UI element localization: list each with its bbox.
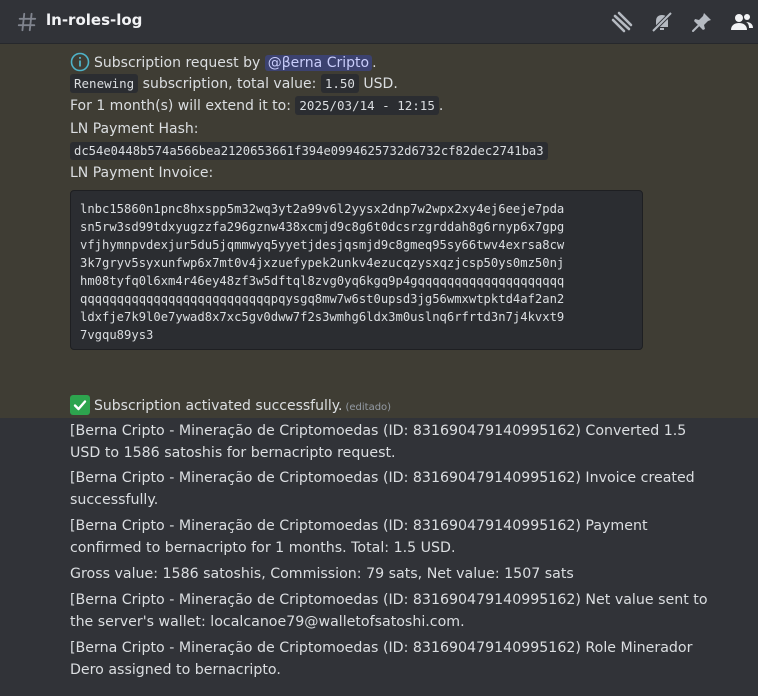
user-mention[interactable]: @βerna Cripto <box>264 55 373 71</box>
hashtag-icon <box>17 12 37 32</box>
renewing-text: subscription, total value: <box>142 76 317 92</box>
edited-label: (editado) <box>345 402 392 413</box>
mute-bell-icon[interactable] <box>650 10 674 34</box>
request-text: Subscription request by <box>94 55 261 71</box>
currency-text: USD. <box>363 76 398 92</box>
log-message: [Berna Cripto - Mineração de Criptomoeda… <box>70 592 708 630</box>
renewing-code: Renewing <box>70 74 139 93</box>
renewing-line: Renewing subscription, total value: 1.50… <box>70 74 398 93</box>
info-icon <box>70 52 90 72</box>
invoice-text: lnbc15860n1pnc8hxspp5m32wq3yt2a99v6l2yys… <box>80 202 565 342</box>
log-message: [Berna Cripto - Mineração de Criptomoeda… <box>70 423 687 461</box>
log-message: [Berna Cripto - Mineração de Criptomoeda… <box>70 518 648 556</box>
members-icon[interactable] <box>730 10 754 34</box>
extend-text: For 1 month(s) will extend it to: <box>70 98 291 114</box>
success-line: Subscription activated successfully. (edi… <box>70 395 391 415</box>
invoice-codeblock[interactable]: lnbc15860n1pnc8hxspp5m32wq3yt2a99v6l2yys… <box>70 190 643 350</box>
extend-line: For 1 month(s) will extend it to: 2025/0… <box>70 96 444 115</box>
success-text: Subscription activated successfully. <box>94 398 343 414</box>
channel-title: ln-roles-log <box>46 11 143 29</box>
value-code: 1.50 <box>320 74 359 93</box>
invoice-label: LN Payment Invoice: <box>70 165 214 181</box>
check-mark-icon <box>70 395 90 415</box>
hash-value-code[interactable]: dc54e0448b574a566bea2120653661f394e09946… <box>70 142 548 160</box>
hash-line: dc54e0448b574a566bea2120653661f394e09946… <box>70 142 548 160</box>
log-message: [Berna Cripto - Mineração de Criptomoeda… <box>70 640 693 678</box>
hash-label: LN Payment Hash: <box>70 121 199 137</box>
extend-date-code: 2025/03/14 - 12:15 <box>295 96 439 115</box>
subscription-request-line: Subscription request by @βerna Cripto. <box>70 52 377 72</box>
extend-period: . <box>438 98 444 114</box>
period: . <box>372 55 377 71</box>
log-message: Gross value: 1586 satoshis, Commission: … <box>70 566 574 582</box>
pin-icon[interactable] <box>690 10 714 34</box>
channel-header: ln-roles-log <box>0 0 758 44</box>
threads-icon[interactable] <box>610 10 634 34</box>
log-message: [Berna Cripto - Mineração de Criptomoeda… <box>70 470 695 508</box>
